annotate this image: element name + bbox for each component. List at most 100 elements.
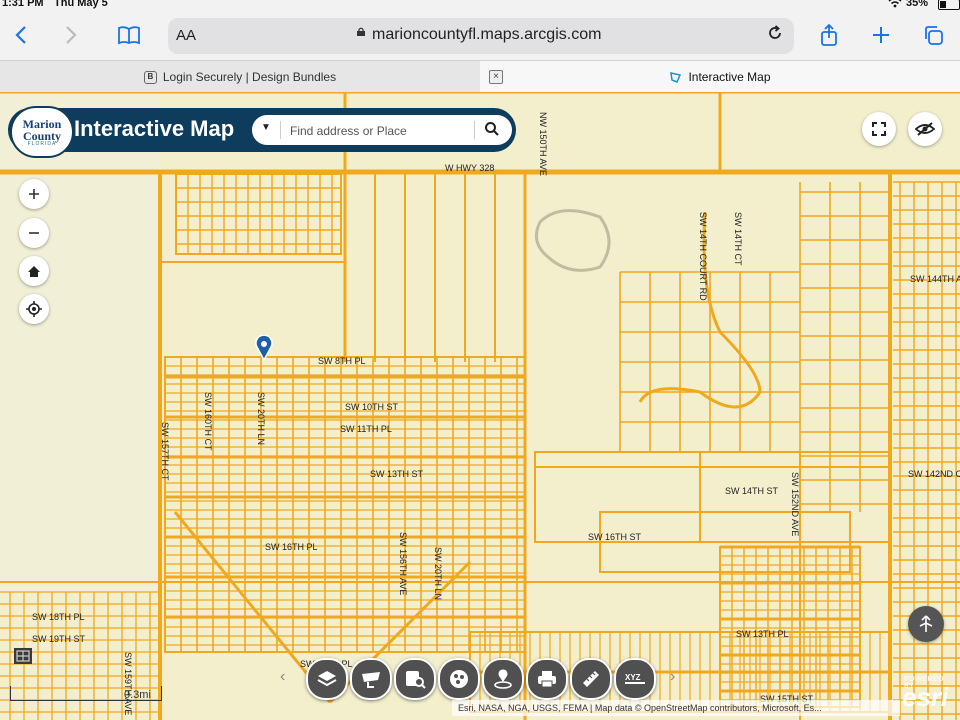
basemap-button[interactable] xyxy=(350,658,392,700)
query-icon xyxy=(406,671,426,689)
fullscreen-button[interactable] xyxy=(862,112,896,146)
close-tab-button[interactable]: × xyxy=(489,70,503,84)
esri-logo[interactable]: POWERED BY esri xyxy=(898,676,956,716)
road-label: SW 14TH CT xyxy=(733,212,743,266)
wifi-icon xyxy=(888,0,902,11)
road-label: SW 10TH ST xyxy=(345,402,399,412)
back-button[interactable] xyxy=(4,18,38,52)
query-button[interactable] xyxy=(394,658,436,700)
road-label: SW 152ND AVE xyxy=(790,472,800,536)
tools-scroll-left-button[interactable]: ‹ xyxy=(280,668,285,686)
home-icon xyxy=(28,265,40,277)
reload-icon xyxy=(769,25,781,39)
parcel-map[interactable]: W HWY 328 NW 150TH AVE SW 14TH COURT RD SW … xyxy=(0,92,960,720)
new-tab-button[interactable] xyxy=(864,18,898,52)
road-label: SW 14TH COURT RD xyxy=(698,212,708,301)
address-bar[interactable]: AA marioncountyfl.maps.arcgis.com xyxy=(168,18,794,54)
search-box[interactable]: ▼ xyxy=(252,115,512,145)
share-icon xyxy=(821,23,837,46)
search-source-dropdown[interactable]: ▼ xyxy=(261,122,271,133)
road-label: SW 13TH ST xyxy=(370,469,424,479)
road-label: SW 8TH PL xyxy=(318,356,366,366)
road-label: SW 157TH CT xyxy=(160,422,170,481)
legend-icon xyxy=(450,670,468,688)
status-bar: 1:31 PM Thu May 5 35% xyxy=(0,0,960,12)
plus-icon xyxy=(873,27,889,43)
scale-label: 0.3mi xyxy=(124,689,151,701)
road-label: SW 160TH CT xyxy=(203,392,213,451)
search-icon xyxy=(485,122,499,136)
chevron-right-icon xyxy=(66,26,77,44)
directions-icon xyxy=(919,615,933,632)
road-label: W HWY 328 xyxy=(445,163,494,173)
road-label: SW 16TH PL xyxy=(265,542,318,552)
tabs-overview-button[interactable] xyxy=(916,18,950,52)
design-bundles-favicon: B xyxy=(143,70,157,84)
svg-text:XYZ: XYZ xyxy=(625,673,641,682)
road-label: SW 156TH AVE xyxy=(398,532,408,595)
overview-map-toggle[interactable] xyxy=(14,648,32,664)
search-input[interactable] xyxy=(288,120,472,142)
tabs-icon xyxy=(925,26,943,45)
esri-wordmark: esri xyxy=(902,682,949,712)
fullscreen-icon xyxy=(872,122,886,136)
zoom-out-button[interactable] xyxy=(19,218,49,248)
minus-icon xyxy=(29,232,39,234)
forward-button[interactable] xyxy=(54,18,88,52)
road-label: NW 150TH AVE xyxy=(538,112,548,176)
directions-button[interactable] xyxy=(908,606,944,642)
map-attribution[interactable]: Esri, NASA, NGA, USGS, FEMA | Map data ©… xyxy=(452,700,900,716)
logo-line1: Marion xyxy=(22,116,62,131)
reader-button[interactable]: AA xyxy=(176,27,196,44)
marion-county-logo: Marion County FLORIDA xyxy=(10,106,74,158)
arcgis-favicon xyxy=(669,71,682,84)
chevron-left-icon xyxy=(15,26,26,44)
tools-scroll-right-button[interactable]: › xyxy=(670,668,675,686)
basemap-icon xyxy=(362,672,380,688)
coordinates-icon: XYZ xyxy=(625,673,645,684)
location-pin-icon[interactable] xyxy=(255,335,273,361)
measure-icon xyxy=(583,671,599,687)
layers-icon xyxy=(317,671,337,687)
locate-button[interactable] xyxy=(19,294,49,324)
road-label: SW 19TH ST xyxy=(32,634,86,644)
browser-toolbar: AA marioncountyfl.maps.arcgis.com xyxy=(0,12,960,60)
tab-interactive-map[interactable]: Interactive Map xyxy=(480,61,960,93)
measure-button[interactable] xyxy=(570,658,612,700)
reload-button[interactable] xyxy=(766,24,784,48)
book-icon xyxy=(118,26,140,45)
app-header: Marion County FLORIDA Interactive Map ▼ xyxy=(8,106,516,158)
tab-design-bundles[interactable]: B Login Securely | Design Bundles xyxy=(0,61,480,93)
road-label: SW 14TH ST xyxy=(725,486,779,496)
tab-label: Interactive Map xyxy=(688,70,771,84)
road-label: SW 142ND CT xyxy=(908,469,960,479)
zoom-in-button[interactable] xyxy=(19,179,49,209)
road-label: SW 144TH AVE xyxy=(910,274,960,284)
legend-button[interactable] xyxy=(438,658,480,700)
location-search-button[interactable] xyxy=(482,658,524,700)
share-button[interactable] xyxy=(812,18,846,52)
road-label: SW 16TH ST xyxy=(588,532,642,542)
map-view[interactable]: W HWY 328 NW 150TH AVE SW 14TH COURT RD SW … xyxy=(0,92,960,720)
logo-line3: FLORIDA xyxy=(27,140,57,147)
bookmarks-button[interactable] xyxy=(112,18,146,52)
home-button[interactable] xyxy=(19,256,49,286)
tab-bar: B Login Securely | Design Bundles Intera… xyxy=(0,60,960,94)
eye-slash-icon xyxy=(915,122,935,136)
road-label: SW 20TH LN xyxy=(256,392,266,445)
coordinates-button[interactable]: XYZ xyxy=(614,658,656,700)
print-button[interactable] xyxy=(526,658,568,700)
status-time: 1:31 PM xyxy=(2,0,44,9)
battery-icon xyxy=(938,0,960,10)
lock-icon xyxy=(357,27,365,36)
layers-button[interactable] xyxy=(306,658,348,700)
map-tools-bar: ‹ XYZ › xyxy=(276,654,692,700)
search-button[interactable] xyxy=(484,121,500,142)
road-label: SW 13TH PL xyxy=(736,629,789,639)
logo-line2: County xyxy=(22,128,61,143)
road-label: SW 159TH AVE xyxy=(123,652,133,715)
road-label: SW 18TH PL xyxy=(32,612,85,622)
divider xyxy=(474,121,475,139)
print-icon xyxy=(538,671,556,688)
hide-ui-button[interactable] xyxy=(908,112,942,146)
